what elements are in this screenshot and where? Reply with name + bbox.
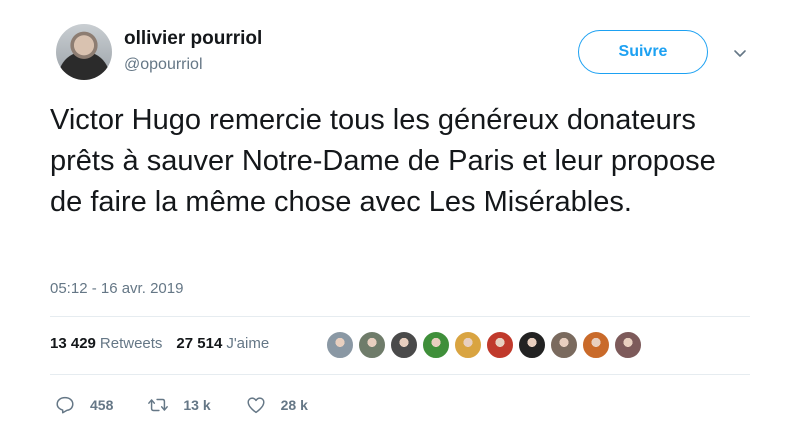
- author-handle[interactable]: @opourriol: [124, 56, 203, 74]
- reply-count: 458: [90, 397, 114, 413]
- heart-icon: [247, 397, 265, 414]
- liker-avatar[interactable]: [613, 330, 643, 360]
- likes-label[interactable]: J'aime: [226, 335, 269, 352]
- chevron-down-icon[interactable]: [732, 45, 748, 61]
- likes-count[interactable]: 27 514: [176, 335, 222, 352]
- reply-icon: [56, 396, 74, 414]
- liker-avatar[interactable]: [517, 330, 547, 360]
- liker-avatar[interactable]: [453, 330, 483, 360]
- liker-avatar[interactable]: [421, 330, 451, 360]
- retweets-count[interactable]: 13 429: [50, 335, 96, 352]
- divider-bottom: [50, 374, 750, 375]
- retweets-label[interactable]: Retweets: [100, 335, 163, 352]
- divider-top: [50, 316, 750, 317]
- like-count: 28 k: [280, 397, 308, 413]
- retweet-count: 13 k: [183, 397, 211, 413]
- author-name[interactable]: ollivier pourriol: [124, 28, 262, 50]
- liker-avatar[interactable]: [389, 330, 419, 360]
- tweet-stats: 13 429 Retweets 27 514 J'aime: [50, 335, 269, 352]
- tweet-timestamp[interactable]: 05:12 - 16 avr. 2019: [50, 280, 183, 297]
- follow-button[interactable]: Suivre: [578, 30, 708, 74]
- reply-action[interactable]: 458: [54, 394, 113, 416]
- tweet-text: Victor Hugo remercie tous les généreux d…: [50, 104, 716, 218]
- liker-avatar[interactable]: [357, 330, 387, 360]
- like-action[interactable]: 28 k: [245, 394, 308, 416]
- liker-avatar[interactable]: [485, 330, 515, 360]
- liker-avatar[interactable]: [325, 330, 355, 360]
- retweet-icon: [148, 398, 169, 412]
- liker-avatar[interactable]: [549, 330, 579, 360]
- tweet-actions: 458 13 k 28 k: [54, 394, 342, 416]
- liker-avatar[interactable]: [581, 330, 611, 360]
- liker-avatars: [325, 330, 645, 360]
- retweet-action[interactable]: 13 k: [147, 394, 211, 416]
- author-avatar[interactable]: [56, 24, 112, 80]
